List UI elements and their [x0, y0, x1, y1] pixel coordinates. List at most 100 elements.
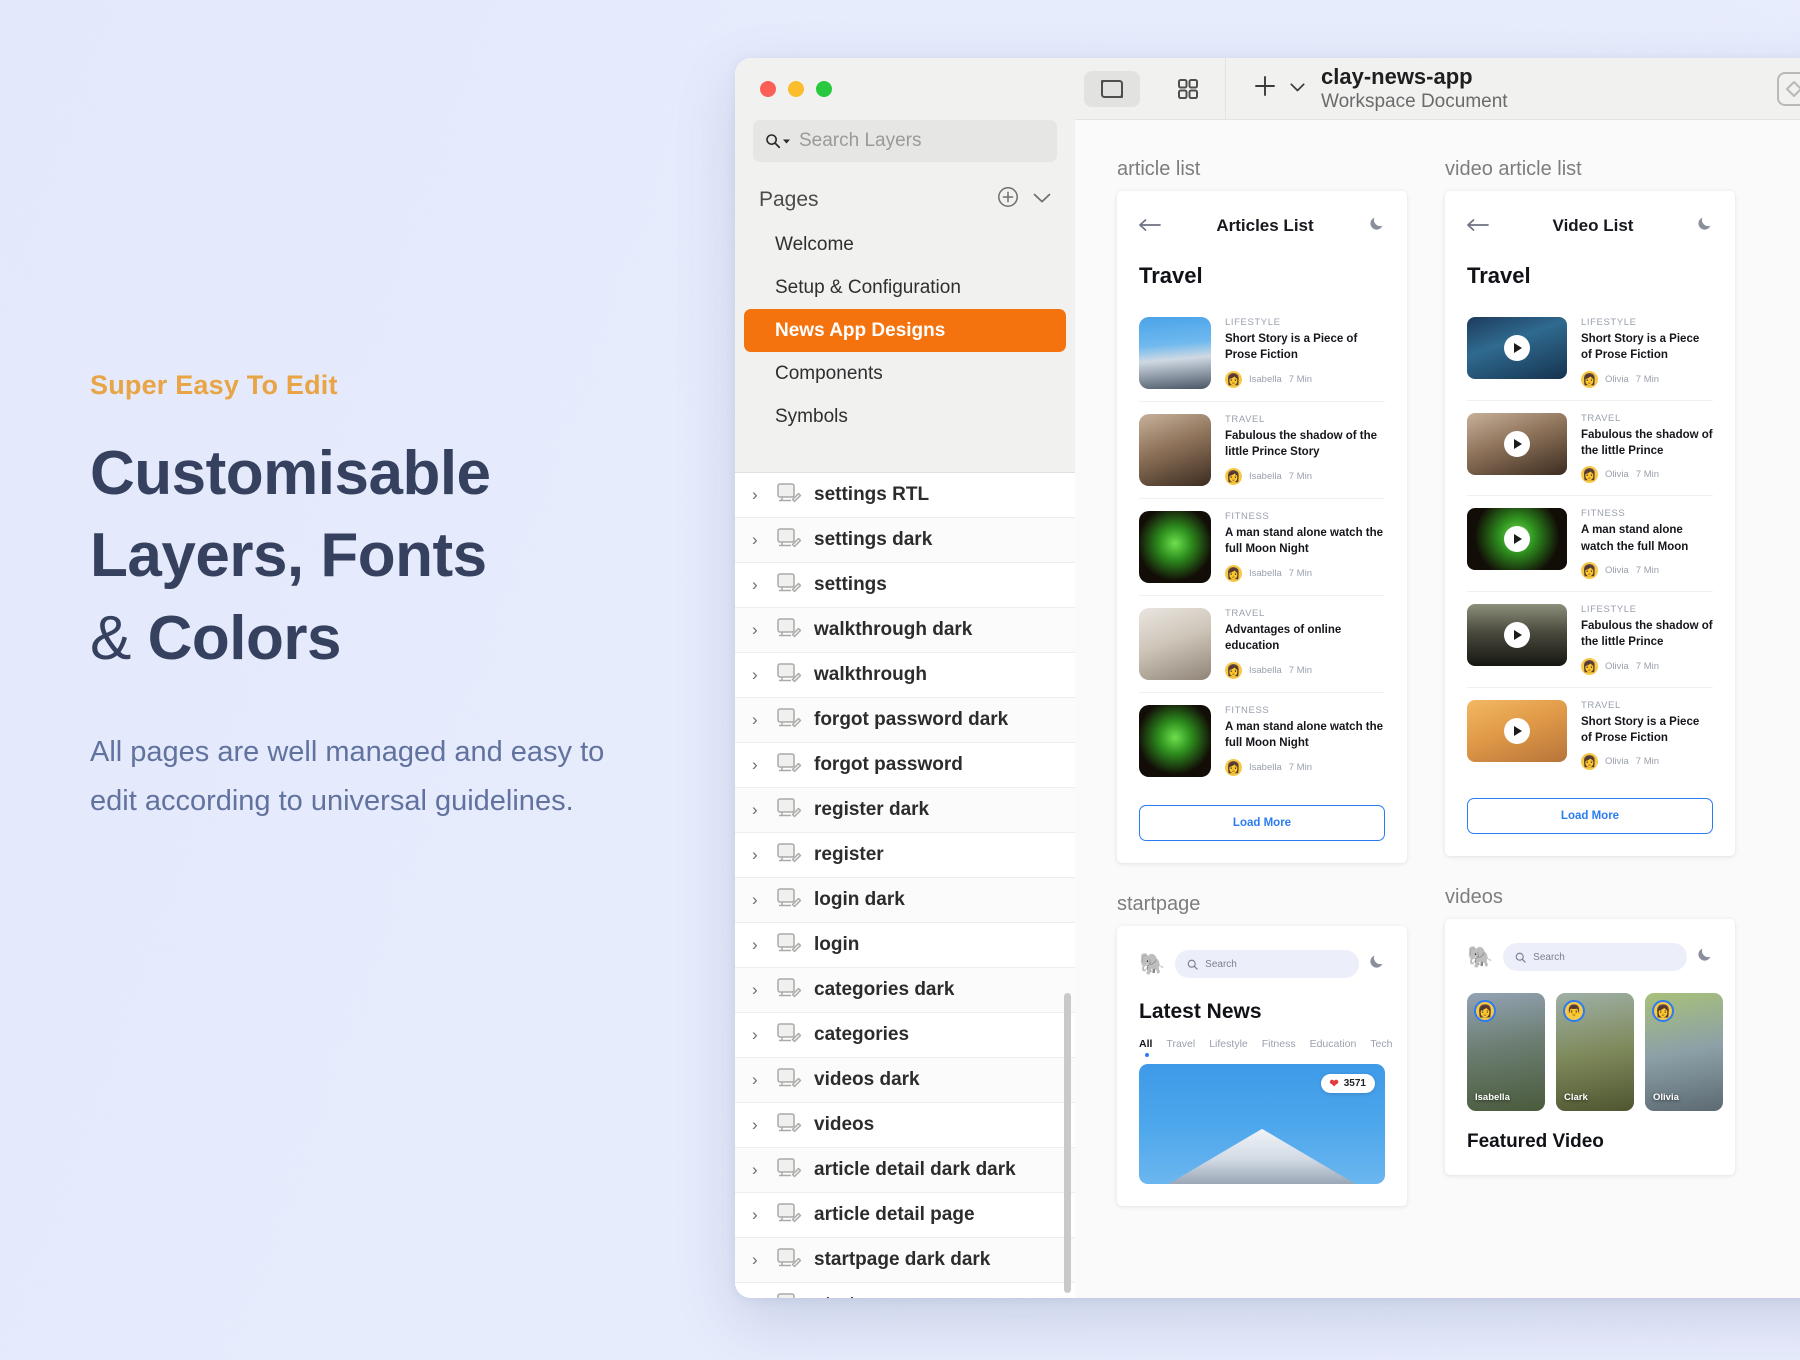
video-story-card[interactable]: 👨 Clark: [1556, 993, 1634, 1112]
add-artboard-icon[interactable]: [1252, 73, 1278, 104]
layers-list[interactable]: › settings RTL › settings dark › settings ›…: [735, 472, 1075, 1298]
play-icon[interactable]: [1504, 621, 1530, 648]
maximize-window-button[interactable]: [816, 81, 832, 97]
page-item-welcome[interactable]: Welcome: [744, 223, 1066, 266]
article-list-item[interactable]: TRAVEL Fabulous the shadow of the little …: [1139, 402, 1385, 499]
dark-mode-moon-icon[interactable]: [1697, 215, 1713, 237]
video-thumbnail[interactable]: [1467, 317, 1567, 379]
page-item-symbols[interactable]: Symbols: [744, 395, 1066, 438]
layer-row[interactable]: › settings: [735, 563, 1075, 608]
video-story-card[interactable]: 👩 Olivia: [1645, 993, 1723, 1112]
article-thumbnail[interactable]: [1139, 317, 1211, 389]
article-thumbnail[interactable]: [1139, 414, 1211, 486]
startpage-tab-travel[interactable]: Travel: [1166, 1038, 1195, 1050]
layers-scrollbar[interactable]: [1064, 993, 1071, 1293]
expand-layer-chevron-right-icon[interactable]: ›: [752, 935, 764, 955]
expand-layer-chevron-right-icon[interactable]: ›: [752, 530, 764, 550]
page-item-components[interactable]: Components: [744, 352, 1066, 395]
article-thumbnail[interactable]: [1139, 511, 1211, 583]
expand-layer-chevron-right-icon[interactable]: ›: [752, 890, 764, 910]
layer-row[interactable]: › settings RTL: [735, 473, 1075, 518]
layer-row[interactable]: › walkthrough: [735, 653, 1075, 698]
minimize-window-button[interactable]: [788, 81, 804, 97]
article-list-item[interactable]: FITNESS A man stand alone watch the full …: [1139, 499, 1385, 596]
expand-layer-chevron-right-icon[interactable]: ›: [752, 1295, 764, 1298]
dark-mode-moon-icon[interactable]: [1369, 215, 1385, 237]
expand-layer-chevron-right-icon[interactable]: ›: [752, 485, 764, 505]
expand-layer-chevron-right-icon[interactable]: ›: [752, 1205, 764, 1225]
back-arrow-icon[interactable]: [1467, 215, 1489, 237]
play-icon[interactable]: [1504, 335, 1530, 361]
article-list-item[interactable]: FITNESS A man stand alone watch the full …: [1139, 693, 1385, 789]
layer-row[interactable]: › login: [735, 923, 1075, 968]
startpage-hero-image[interactable]: ❤ 3571: [1139, 1064, 1385, 1184]
startpage-tab-lifestyle[interactable]: Lifestyle: [1209, 1038, 1248, 1050]
expand-layer-chevron-right-icon[interactable]: ›: [752, 620, 764, 640]
expand-layer-chevron-right-icon[interactable]: ›: [752, 1250, 764, 1270]
startpage-tab-all[interactable]: All: [1139, 1038, 1152, 1057]
article-list-item[interactable]: TRAVEL Advantages of online education 👩 Isa…: [1139, 596, 1385, 693]
expand-layer-chevron-right-icon[interactable]: ›: [752, 710, 764, 730]
video-list-item[interactable]: LIFESTYLE Short Story is a Piece of Prose…: [1467, 305, 1713, 401]
article-thumbnail[interactable]: [1139, 705, 1211, 777]
dark-mode-moon-icon[interactable]: [1697, 946, 1713, 968]
layer-row[interactable]: › startpage: [735, 1283, 1075, 1298]
expand-layer-chevron-right-icon[interactable]: ›: [752, 1160, 764, 1180]
video-thumbnail[interactable]: [1467, 412, 1567, 475]
layer-row[interactable]: › settings dark: [735, 518, 1075, 563]
layer-row[interactable]: › videos: [735, 1103, 1075, 1148]
back-arrow-icon[interactable]: [1139, 215, 1161, 237]
play-icon[interactable]: [1504, 717, 1530, 744]
article-thumbnail[interactable]: [1139, 608, 1211, 680]
page-item-setup-configuration[interactable]: Setup & Configuration: [744, 266, 1066, 309]
layer-row[interactable]: › forgot password dark: [735, 698, 1075, 743]
play-icon[interactable]: [1504, 430, 1530, 457]
startpage-tab-tech[interactable]: Tech: [1370, 1038, 1392, 1050]
close-window-button[interactable]: [760, 81, 776, 97]
video-list-item[interactable]: LIFESTYLE Fabulous the shadow of the litt…: [1467, 592, 1713, 688]
video-thumbnail[interactable]: [1467, 699, 1567, 762]
canvas-view-button[interactable]: [1084, 70, 1140, 107]
layer-row[interactable]: › login dark: [735, 878, 1075, 923]
collapse-pages-chevron-down-icon[interactable]: [1033, 191, 1051, 209]
expand-layer-chevron-right-icon[interactable]: ›: [752, 980, 764, 1000]
layer-row[interactable]: › walkthrough dark: [735, 608, 1075, 653]
layer-row[interactable]: › videos dark: [735, 1058, 1075, 1103]
canvas[interactable]: article list Articles List Travel LIFEST…: [1075, 120, 1800, 1298]
artboard-startpage[interactable]: startpage 🐘 Search Latest News All Trave…: [1117, 893, 1407, 1206]
expand-layer-chevron-right-icon[interactable]: ›: [752, 1115, 764, 1135]
video-story-card[interactable]: 👩 Isabella: [1467, 993, 1545, 1112]
layer-row[interactable]: › register: [735, 833, 1075, 878]
video-list-item[interactable]: FITNESS A man stand alone watch the full …: [1467, 496, 1713, 592]
expand-layer-chevron-right-icon[interactable]: ›: [752, 755, 764, 775]
grid-view-button[interactable]: [1160, 71, 1216, 107]
startpage-search-input[interactable]: Search: [1175, 950, 1359, 978]
expand-layer-chevron-right-icon[interactable]: ›: [752, 800, 764, 820]
layer-row[interactable]: › article detail dark dark: [735, 1148, 1075, 1193]
dark-mode-moon-icon[interactable]: [1369, 953, 1385, 975]
video-thumbnail[interactable]: [1467, 508, 1567, 571]
startpage-tab-fitness[interactable]: Fitness: [1262, 1038, 1296, 1050]
layer-row[interactable]: › forgot password: [735, 743, 1075, 788]
search-layers-input[interactable]: Search Layers: [753, 120, 1057, 162]
layer-row[interactable]: › categories dark: [735, 968, 1075, 1013]
video-list-load-more-button[interactable]: Load More: [1467, 798, 1713, 835]
artboard-videos[interactable]: videos 🐘 Search 👩 Isabella 👨 Clark 👩 Oli…: [1445, 886, 1735, 1176]
startpage-tab-education[interactable]: Education: [1310, 1038, 1357, 1050]
layer-row[interactable]: › categories: [735, 1013, 1075, 1058]
artboard-article-list[interactable]: article list Articles List Travel LIFEST…: [1117, 158, 1407, 863]
layer-row[interactable]: › startpage dark dark: [735, 1238, 1075, 1283]
article-list-item[interactable]: LIFESTYLE Short Story is a Piece of Prose…: [1139, 305, 1385, 402]
expand-layer-chevron-right-icon[interactable]: ›: [752, 1025, 764, 1045]
video-list-item[interactable]: TRAVEL Short Story is a Piece of Prose Fi…: [1467, 688, 1713, 783]
expand-layer-chevron-right-icon[interactable]: ›: [752, 1070, 764, 1090]
add-page-icon[interactable]: [997, 186, 1019, 213]
play-icon[interactable]: [1504, 526, 1530, 553]
insert-menu-chevron-down-icon[interactable]: [1290, 80, 1305, 98]
layer-row[interactable]: › article detail page: [735, 1193, 1075, 1238]
layer-row[interactable]: › register dark: [735, 788, 1075, 833]
article-list-load-more-button[interactable]: Load More: [1139, 805, 1385, 841]
expand-layer-chevron-right-icon[interactable]: ›: [752, 845, 764, 865]
component-diamond-icon[interactable]: [1777, 71, 1800, 106]
video-thumbnail[interactable]: [1467, 603, 1567, 666]
